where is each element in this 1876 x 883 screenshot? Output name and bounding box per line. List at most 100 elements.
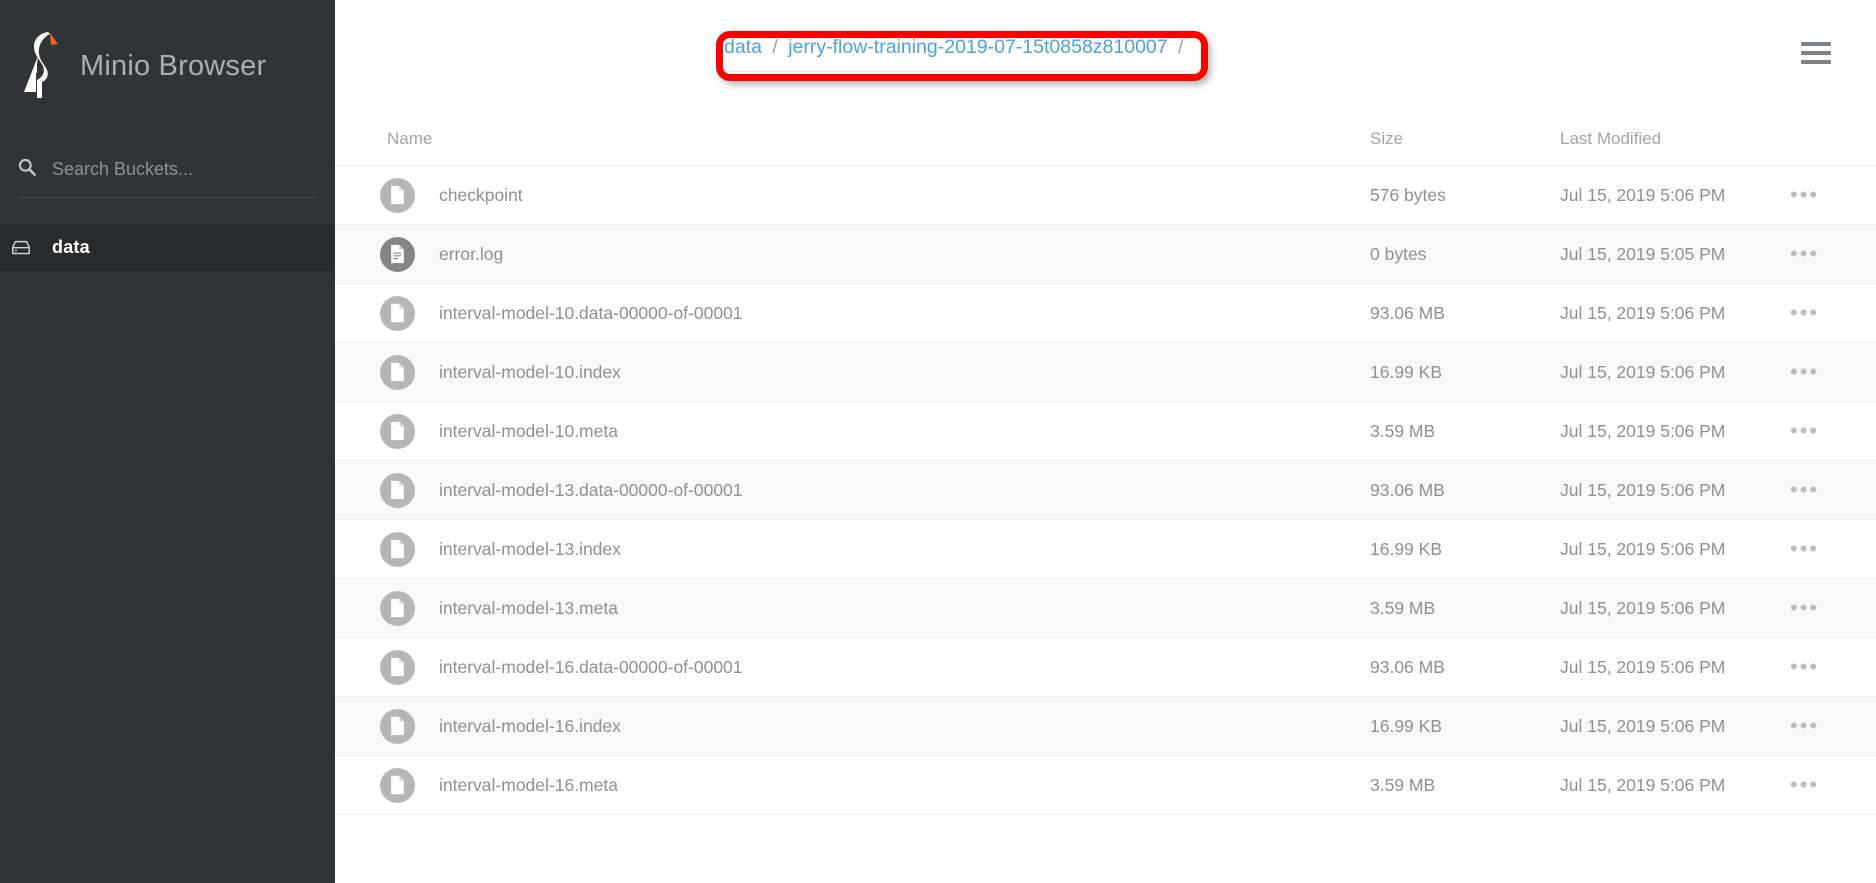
table-row[interactable]: interval-model-13.index 16.99 KB Jul 15, 2… xyxy=(335,520,1876,579)
file-text-icon xyxy=(380,236,415,272)
file-name-label: interval-model-13.meta xyxy=(439,597,618,618)
file-name-cell[interactable]: interval-model-13.data-00000-of-00001 xyxy=(335,472,1370,508)
table-row[interactable]: interval-model-10.index 16.99 KB Jul 15, 2… xyxy=(335,343,1876,402)
sidebar: Minio Browser data xyxy=(0,0,335,883)
file-doc-icon xyxy=(380,295,415,331)
breadcrumb-separator-2: / xyxy=(1178,35,1184,58)
table-header: Name Size Last Modified xyxy=(335,112,1876,166)
row-more-actions-icon[interactable]: ••• xyxy=(1790,537,1819,560)
file-size-cell: 3.59 MB xyxy=(1370,597,1436,618)
file-size-cell: 16.99 KB xyxy=(1370,715,1442,736)
file-doc-icon xyxy=(380,767,415,803)
breadcrumb: data / jerry-flow-training-2019-07-15t08… xyxy=(720,35,1188,58)
file-actions-cell[interactable]: ••• xyxy=(1790,419,1876,443)
sidebar-item-data[interactable]: data xyxy=(0,224,335,271)
table-row[interactable]: checkpoint 576 bytes Jul 15, 2019 5:06 PM •… xyxy=(335,166,1876,225)
hamburger-menu-icon[interactable] xyxy=(1801,42,1831,64)
file-actions-cell[interactable]: ••• xyxy=(1790,596,1876,620)
row-more-actions-icon[interactable]: ••• xyxy=(1790,478,1819,501)
file-doc-icon xyxy=(380,413,415,449)
column-header-size[interactable]: Size xyxy=(1370,129,1560,149)
table-row[interactable]: interval-model-13.meta 3.59 MB Jul 15, 201… xyxy=(335,579,1876,638)
file-name-label: interval-model-10.meta xyxy=(439,420,618,441)
file-modified-cell: Jul 15, 2019 5:06 PM xyxy=(1560,361,1726,382)
file-actions-cell[interactable]: ••• xyxy=(1790,773,1876,797)
file-actions-cell[interactable]: ••• xyxy=(1790,537,1876,561)
file-actions-cell[interactable]: ••• xyxy=(1790,714,1876,738)
file-name-cell[interactable]: checkpoint xyxy=(335,177,1370,213)
row-more-actions-icon[interactable]: ••• xyxy=(1790,419,1819,442)
file-actions-cell[interactable]: ••• xyxy=(1790,301,1876,325)
file-name-cell[interactable]: interval-model-10.data-00000-of-00001 xyxy=(335,295,1370,331)
row-more-actions-icon[interactable]: ••• xyxy=(1790,242,1819,265)
file-actions-cell[interactable]: ••• xyxy=(1790,242,1876,266)
file-size-cell: 576 bytes xyxy=(1370,184,1446,205)
table-row[interactable]: error.log 0 bytes Jul 15, 2019 5:05 PM ••• xyxy=(335,225,1876,284)
bucket-search[interactable] xyxy=(18,152,317,198)
file-name-label: interval-model-16.index xyxy=(439,715,621,736)
table-row[interactable]: interval-model-16.index 16.99 KB Jul 15, 2… xyxy=(335,697,1876,756)
table-row[interactable]: interval-model-10.data-00000-of-00001 93.… xyxy=(335,284,1876,343)
file-name-cell[interactable]: interval-model-16.index xyxy=(335,708,1370,744)
file-doc-icon xyxy=(380,472,415,508)
breadcrumb-root-link[interactable]: data xyxy=(724,36,762,58)
file-name-cell[interactable]: interval-model-13.index xyxy=(335,531,1370,567)
table-row[interactable]: interval-model-10.meta 3.59 MB Jul 15, 201… xyxy=(335,402,1876,461)
search-input[interactable] xyxy=(52,152,302,186)
row-more-actions-icon[interactable]: ••• xyxy=(1790,773,1819,796)
file-size-cell: 3.59 MB xyxy=(1370,774,1436,795)
file-size-cell: 93.06 MB xyxy=(1370,302,1445,323)
file-modified-cell: Jul 15, 2019 5:06 PM xyxy=(1560,302,1726,323)
table-row[interactable]: interval-model-13.data-00000-of-00001 93.… xyxy=(335,461,1876,520)
file-actions-cell[interactable]: ••• xyxy=(1790,360,1876,384)
file-modified-cell: Jul 15, 2019 5:05 PM xyxy=(1560,243,1726,264)
file-modified-cell: Jul 15, 2019 5:06 PM xyxy=(1560,479,1726,500)
file-doc-icon xyxy=(380,354,415,390)
file-actions-cell[interactable]: ••• xyxy=(1790,183,1876,207)
file-size-cell: 3.59 MB xyxy=(1370,420,1436,441)
file-size-cell: 16.99 KB xyxy=(1370,361,1442,382)
file-modified-cell: Jul 15, 2019 5:06 PM xyxy=(1560,656,1726,677)
main-content: data / jerry-flow-training-2019-07-15t08… xyxy=(335,0,1876,883)
topbar: data / jerry-flow-training-2019-07-15t08… xyxy=(335,0,1876,112)
column-header-modified[interactable]: Last Modified xyxy=(1560,129,1790,149)
table-row[interactable]: interval-model-16.meta 3.59 MB Jul 15, 201… xyxy=(335,756,1876,815)
file-name-cell[interactable]: error.log xyxy=(335,236,1370,272)
file-doc-icon xyxy=(380,649,415,685)
file-name-cell[interactable]: interval-model-16.meta xyxy=(335,767,1370,803)
file-name-label: checkpoint xyxy=(439,184,523,205)
file-name-cell[interactable]: interval-model-13.meta xyxy=(335,590,1370,626)
bucket-list: data xyxy=(0,224,335,271)
file-size-cell: 93.06 MB xyxy=(1370,656,1445,677)
file-name-label: error.log xyxy=(439,243,504,264)
file-size-cell: 0 bytes xyxy=(1370,243,1427,264)
file-name-cell[interactable]: interval-model-10.index xyxy=(335,354,1370,390)
brand-header: Minio Browser xyxy=(0,0,335,110)
file-doc-icon xyxy=(380,531,415,567)
file-name-label: interval-model-13.data-00000-of-00001 xyxy=(439,479,743,500)
row-more-actions-icon[interactable]: ••• xyxy=(1790,596,1819,619)
file-actions-cell[interactable]: ••• xyxy=(1790,655,1876,679)
file-name-cell[interactable]: interval-model-10.meta xyxy=(335,413,1370,449)
row-more-actions-icon[interactable]: ••• xyxy=(1790,183,1819,206)
column-header-name[interactable]: Name xyxy=(335,129,1370,149)
row-more-actions-icon[interactable]: ••• xyxy=(1790,655,1819,678)
table-row[interactable]: interval-model-16.data-00000-of-00001 93.… xyxy=(335,638,1876,697)
file-modified-cell: Jul 15, 2019 5:06 PM xyxy=(1560,538,1726,559)
file-actions-cell[interactable]: ••• xyxy=(1790,478,1876,502)
breadcrumb-folder-link[interactable]: jerry-flow-training-2019-07-15t0858z8100… xyxy=(788,36,1167,58)
file-name-label: interval-model-16.data-00000-of-00001 xyxy=(439,656,743,677)
breadcrumb-input[interactable]: data / jerry-flow-training-2019-07-15t08… xyxy=(720,24,1190,72)
file-name-cell[interactable]: interval-model-16.data-00000-of-00001 xyxy=(335,649,1370,685)
file-name-label: interval-model-10.index xyxy=(439,361,621,382)
minio-stork-logo-icon xyxy=(24,32,58,98)
file-size-cell: 16.99 KB xyxy=(1370,538,1442,559)
file-modified-cell: Jul 15, 2019 5:06 PM xyxy=(1560,420,1726,441)
row-more-actions-icon[interactable]: ••• xyxy=(1790,301,1819,324)
row-more-actions-icon[interactable]: ••• xyxy=(1790,360,1819,383)
file-name-label: interval-model-10.data-00000-of-00001 xyxy=(439,302,743,323)
row-more-actions-icon[interactable]: ••• xyxy=(1790,714,1819,737)
minio-browser-app: Minio Browser data xyxy=(0,0,1876,883)
file-doc-icon xyxy=(380,708,415,744)
breadcrumb-separator-1: / xyxy=(772,35,778,58)
